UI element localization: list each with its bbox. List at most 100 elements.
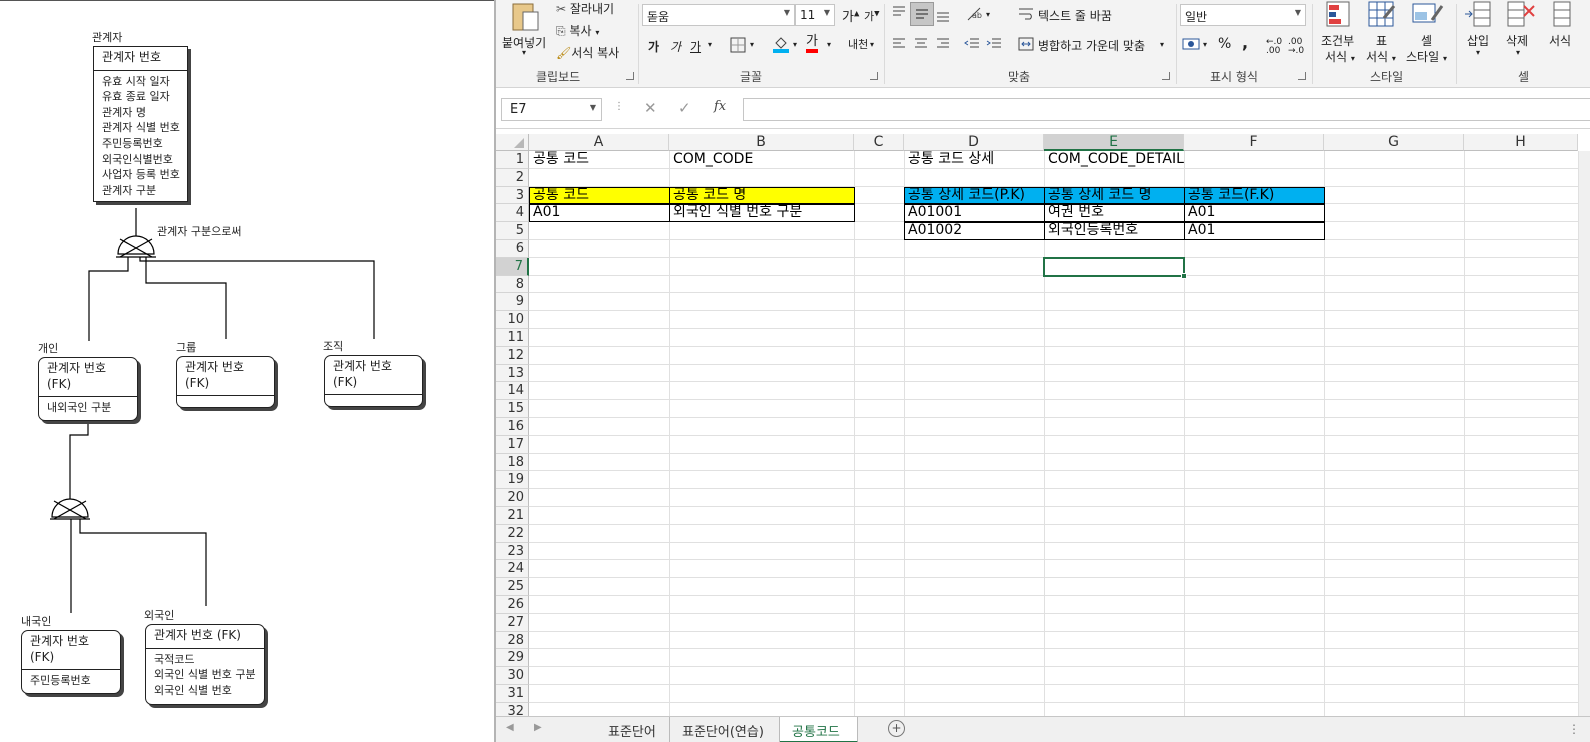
cell-f5[interactable]: A01 <box>1184 222 1326 240</box>
underline-dropdown-icon[interactable]: ▾ <box>708 40 712 49</box>
row-header[interactable]: 1 <box>496 151 529 169</box>
row-header[interactable]: 28 <box>496 631 529 650</box>
row-header[interactable]: 23 <box>496 542 529 561</box>
next-sheet-icon[interactable]: ▶ <box>534 722 542 733</box>
row-header[interactable]: 14 <box>496 382 529 401</box>
orientation-dropdown-icon[interactable]: ▾ <box>986 10 990 19</box>
entity-domestic[interactable]: 관계자 번호 (FK) 주민등록번호 <box>21 630 121 694</box>
number-format-combo[interactable]: 일반 ▼ <box>1180 4 1306 26</box>
cell-styles-button[interactable]: 셀 <box>1421 32 1432 49</box>
percent-button[interactable]: % <box>1218 36 1231 52</box>
alignment-dialog-launcher-icon[interactable] <box>1162 72 1170 80</box>
format-as-table-button[interactable]: 표 <box>1376 32 1387 49</box>
row-header[interactable]: 11 <box>496 329 529 347</box>
format-as-table-icon[interactable] <box>1368 0 1396 30</box>
cell-e1[interactable]: COM_CODE_DETAIL <box>1044 151 1186 169</box>
font-color-dropdown-icon[interactable]: ▾ <box>827 40 831 49</box>
column-header[interactable]: H <box>1464 134 1578 151</box>
italic-button[interactable]: 가 <box>670 38 681 55</box>
cut-button[interactable]: ✂ 잘라내기 <box>556 0 614 17</box>
row-header[interactable]: 16 <box>496 418 529 436</box>
align-right-icon[interactable] <box>936 38 950 50</box>
increase-decimal-icon[interactable]: ←.0.00 <box>1266 38 1282 56</box>
entity-individual[interactable]: 관계자 번호 (FK) 내외국인 구분 <box>38 357 138 421</box>
phonetic-dropdown-icon[interactable]: ▾ <box>870 40 874 49</box>
border-dropdown-icon[interactable]: ▾ <box>750 40 754 49</box>
select-all-corner[interactable] <box>496 134 529 151</box>
align-bottom-icon[interactable] <box>936 10 950 22</box>
conditional-formatting-label2[interactable]: 서식 ▾ <box>1325 48 1355 65</box>
row-header[interactable]: 17 <box>496 435 529 454</box>
row-header[interactable]: 10 <box>496 311 529 329</box>
decrease-decimal-icon[interactable]: .00 →.0 <box>1288 38 1304 56</box>
row-header[interactable]: 8 <box>496 275 529 294</box>
merge-dropdown-icon[interactable]: ▾ <box>1160 40 1164 49</box>
align-left-icon[interactable] <box>892 38 906 50</box>
orientation-icon[interactable]: ab <box>966 6 986 22</box>
cell-e4[interactable]: 여권 번호 <box>1044 204 1186 222</box>
fill-color-icon[interactable] <box>772 34 790 54</box>
align-middle-icon[interactable] <box>915 8 929 20</box>
name-box[interactable]: E7 ▼ <box>501 98 602 121</box>
row-header[interactable]: 7 <box>496 257 529 276</box>
merge-center-icon[interactable] <box>1018 37 1034 51</box>
decrease-indent-icon[interactable] <box>964 38 980 50</box>
wrap-text-icon[interactable] <box>1018 7 1034 21</box>
number-dialog-launcher-icon[interactable] <box>1298 72 1306 80</box>
wrap-text-button[interactable]: 텍스트 줄 바꿈 <box>1038 7 1112 24</box>
cell-d4[interactable]: A01001 <box>904 204 1046 222</box>
row-header[interactable]: 24 <box>496 560 529 579</box>
align-center-icon[interactable] <box>914 38 928 50</box>
confirm-entry-icon[interactable]: ✓ <box>678 99 691 117</box>
cell-d5[interactable]: A01002 <box>904 222 1046 240</box>
sheet-tab[interactable]: 표준단어(연습) <box>670 717 780 742</box>
row-header[interactable]: 20 <box>496 489 529 507</box>
tab-scroll-grip-icon[interactable]: ⋮ <box>1568 722 1580 736</box>
sheet-tab[interactable]: 공통코드 <box>780 717 858 742</box>
sheet-tab[interactable]: 표준단어 <box>596 717 670 742</box>
row-header[interactable]: 2 <box>496 168 529 187</box>
font-size-combo[interactable]: 11 ▼ <box>795 4 835 26</box>
accounting-format-icon[interactable] <box>1182 36 1200 52</box>
formula-input[interactable] <box>743 98 1590 121</box>
accounting-dropdown-icon[interactable]: ▾ <box>1203 40 1207 49</box>
conditional-formatting-icon[interactable] <box>1326 0 1352 30</box>
insert-cells-icon[interactable] <box>1464 0 1494 30</box>
format-button[interactable]: 서식 <box>1549 32 1571 49</box>
row-header[interactable]: 29 <box>496 649 529 668</box>
increase-font-icon[interactable]: 가▲ <box>842 6 859 25</box>
cell-b4[interactable]: 외국인 식별 번호 구분 <box>669 204 856 222</box>
row-header[interactable]: 30 <box>496 667 529 685</box>
increase-indent-icon[interactable] <box>986 38 1002 50</box>
conditional-formatting-button[interactable]: 조건부 <box>1321 32 1354 49</box>
prev-sheet-icon[interactable]: ◀ <box>506 722 514 733</box>
phonetic-button[interactable]: 내천 <box>848 36 868 52</box>
cell-a4[interactable]: A01 <box>529 204 671 222</box>
vertical-scrollbar[interactable] <box>1578 151 1590 716</box>
font-dialog-launcher-icon[interactable] <box>870 72 878 80</box>
cell-d3[interactable]: 공통 상세 코드(P.K) <box>904 187 1046 205</box>
row-header[interactable]: 13 <box>496 364 529 383</box>
font-name-combo[interactable]: 돋움 ▼ <box>642 4 795 26</box>
cell-d1[interactable]: 공통 코드 상세 <box>904 151 1046 169</box>
delete-button[interactable]: 삭제 <box>1506 32 1528 49</box>
formula-bar-grip-icon[interactable]: ⋮ <box>614 101 624 112</box>
entity-group[interactable]: 관계자 번호 (FK) <box>176 356 275 408</box>
insert-button[interactable]: 삽입 <box>1467 32 1489 49</box>
decrease-font-icon[interactable]: 가▼ <box>864 8 880 24</box>
column-header[interactable]: G <box>1324 134 1464 151</box>
fill-handle[interactable] <box>1181 272 1187 279</box>
cell-b3[interactable]: 공통 코드 명 <box>669 187 856 205</box>
delete-dropdown-icon[interactable]: ▾ <box>1516 48 1520 57</box>
underline-button[interactable]: 가 <box>690 38 701 55</box>
row-header[interactable]: 6 <box>496 240 529 258</box>
comma-button[interactable]: , <box>1242 33 1248 52</box>
merge-center-button[interactable]: 병합하고 가운데 맞춤 <box>1038 37 1145 54</box>
cell-a3[interactable]: 공통 코드 <box>529 187 671 205</box>
align-top-icon[interactable] <box>892 6 906 18</box>
row-header[interactable]: 27 <box>496 613 529 632</box>
column-header[interactable]: B <box>669 134 854 151</box>
row-header[interactable]: 4 <box>496 204 529 223</box>
paste-icon[interactable] <box>510 0 540 32</box>
paste-dropdown-icon[interactable]: ▾ <box>522 48 526 57</box>
